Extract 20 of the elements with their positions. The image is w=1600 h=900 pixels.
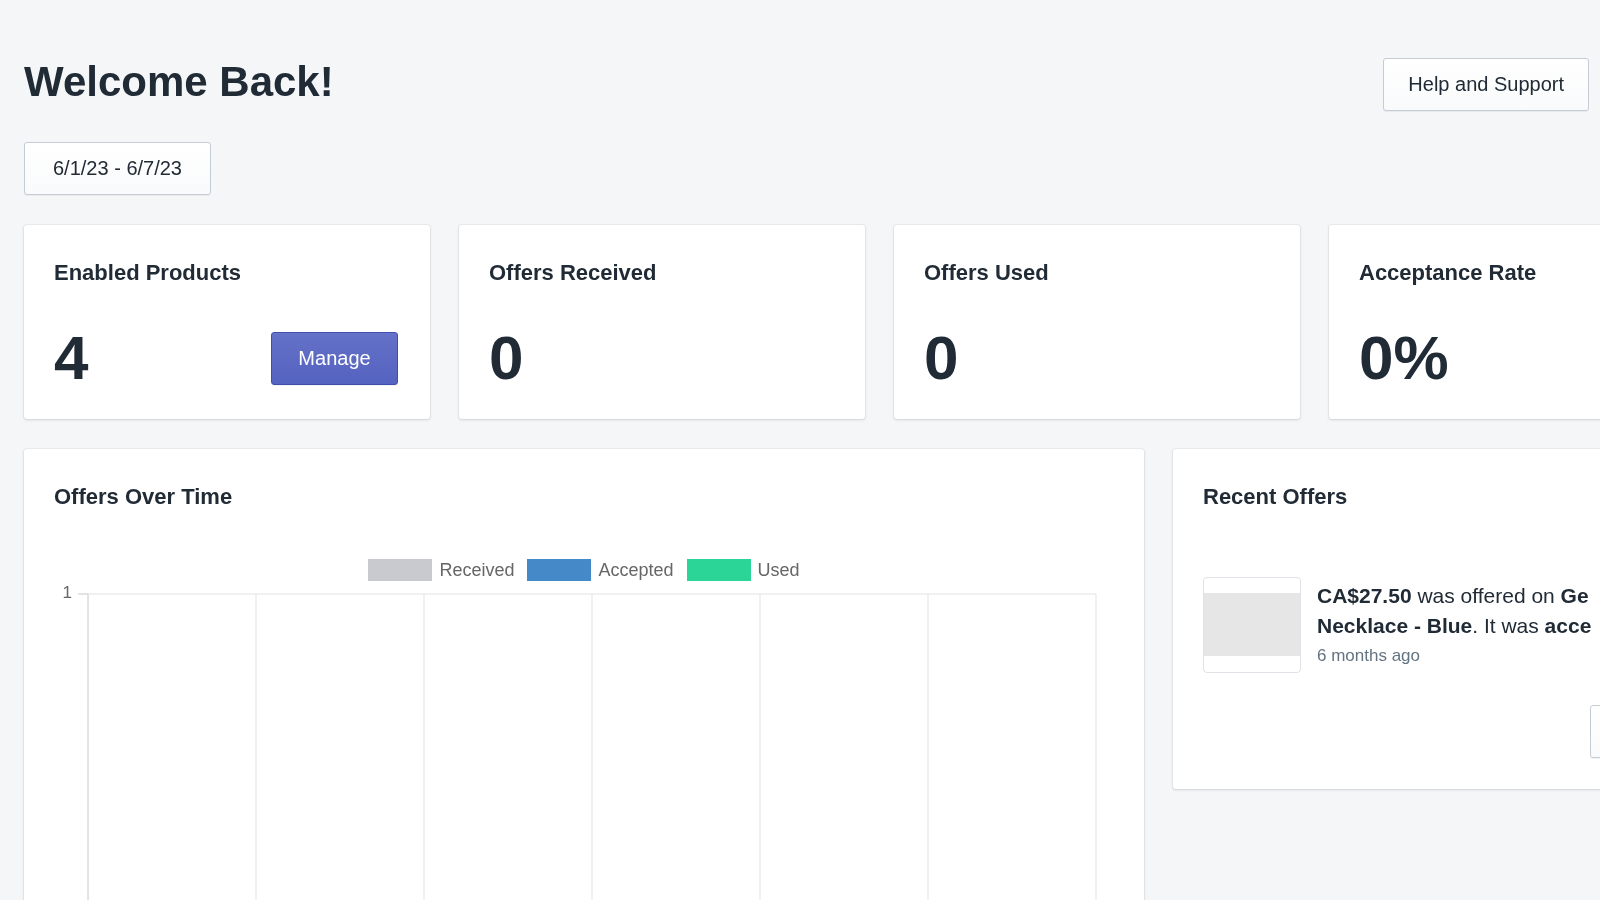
stat-value: 0% [1359, 327, 1449, 389]
stat-title: Offers Used [924, 259, 1050, 287]
stat-value: 0 [489, 327, 524, 389]
stat-value: 4 [54, 327, 89, 389]
page-title: Welcome Back! [24, 57, 334, 107]
stat-title: Enabled Products [54, 259, 243, 287]
offer-time: 6 months ago [1317, 645, 1421, 667]
manage-button[interactable]: Manage [271, 331, 398, 385]
legend-label: Received [439, 559, 515, 581]
stat-title: Offers Received [489, 259, 658, 287]
stat-value: 0 [924, 327, 959, 389]
date-range-button[interactable]: 6/1/23 - 6/7/23 [24, 142, 211, 195]
stat-title: Acceptance Rate [1359, 259, 1538, 287]
chart-title: Offers Over Time [54, 483, 234, 511]
y-tick-label: 1 [62, 585, 72, 603]
legend-label: Used [757, 559, 800, 581]
help-and-support-button[interactable]: Help and Support [1383, 58, 1589, 111]
offer-description: CA$27.50 was offered on Ge Necklace - Blue. It was acce [1317, 583, 1592, 639]
recent-offers-title: Recent Offers [1203, 483, 1349, 511]
legend-label: Accepted [598, 559, 674, 581]
